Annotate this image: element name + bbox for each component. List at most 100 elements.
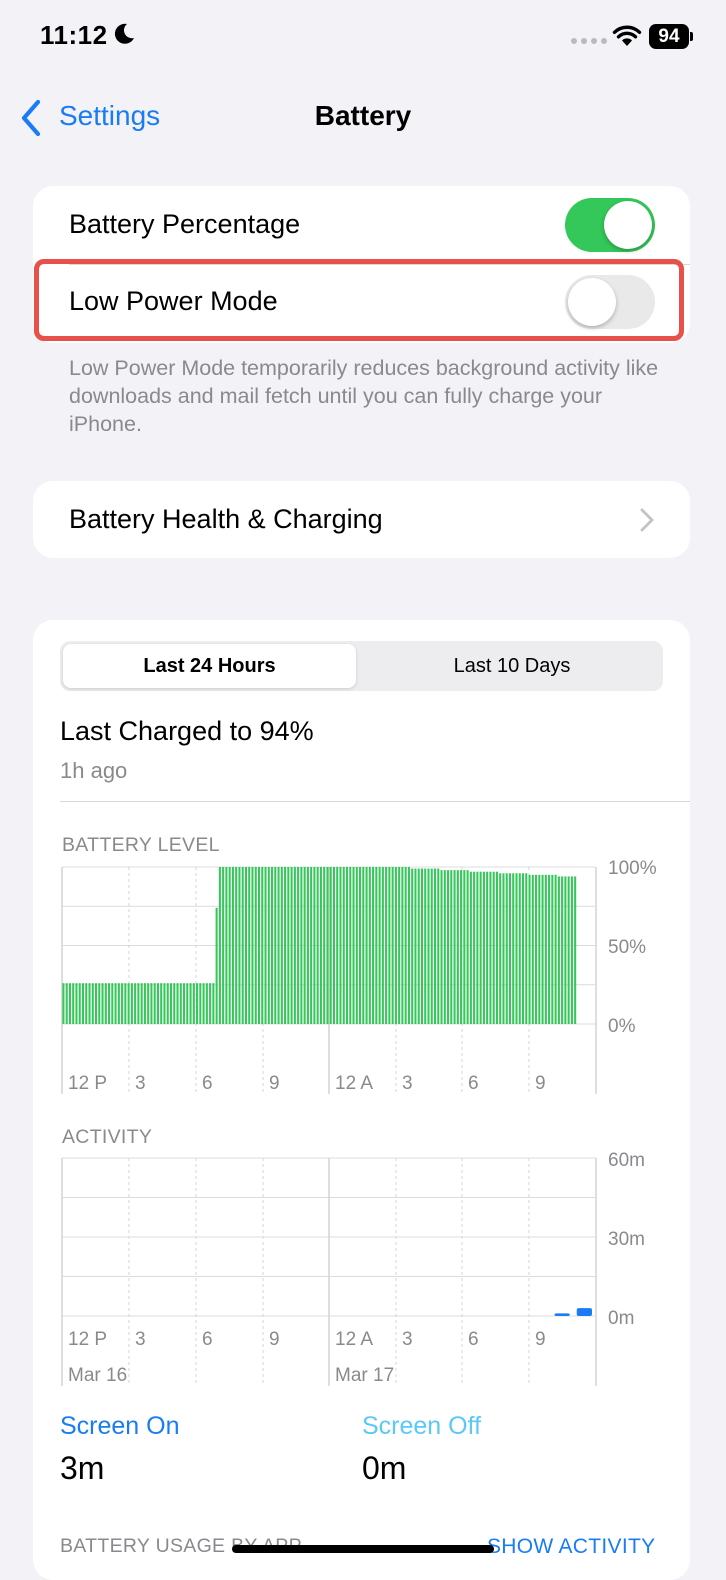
battery-level-bar: [401, 867, 404, 1024]
battery-level-bar: [557, 876, 560, 1024]
battery-level-bar: [521, 873, 525, 1024]
battery-level-bar: [218, 867, 221, 1024]
battery-level-bar: [336, 867, 339, 1024]
battery-level-bar: [355, 867, 358, 1024]
usage-charts: 100% 50% 0% 12 P 3 6 9 12 A 3 6 9 60m 30m 0m 12 P 3 6 9 12…: [61, 858, 657, 1386]
activity-x-tick-label: 9: [269, 1329, 280, 1350]
battery-level-bar: [205, 983, 208, 1024]
battery-level-bar: [368, 867, 371, 1024]
battery-level-bar: [248, 867, 251, 1024]
battery-level-bar: [310, 867, 313, 1024]
battery-level-bar: [414, 868, 417, 1024]
battery-level-bar: [518, 873, 521, 1024]
activity-x-tick-label: 6: [202, 1329, 213, 1350]
activity-x-tick-label: 12 A: [335, 1329, 373, 1350]
battery-level-bar: [196, 983, 199, 1024]
battery-level-bar: [548, 874, 551, 1024]
show-activity-button[interactable]: SHOW ACTIVITY: [487, 1535, 655, 1559]
battery-level-bar: [313, 867, 316, 1024]
battery-level-bar: [362, 867, 365, 1024]
battery-level-bar: [199, 983, 202, 1024]
battery-level-bar: [111, 983, 114, 1024]
battery-level-bar: [551, 874, 554, 1024]
battery-level-bar: [460, 870, 463, 1024]
battery-level-bar: [72, 983, 75, 1024]
battery-level-bar: [339, 867, 342, 1024]
battery-level-bar: [411, 868, 414, 1024]
battery-level-bar: [192, 983, 195, 1024]
battery-level-bar: [254, 867, 257, 1024]
battery-level-bar: [127, 983, 130, 1024]
battery-level-bar: [443, 870, 446, 1024]
battery-level-bar: [300, 867, 303, 1024]
battery-level-bar: [186, 983, 189, 1024]
battery-level-bar: [349, 867, 352, 1024]
activity-y-tick-label: 60m: [608, 1150, 645, 1171]
battery-level-bar: [274, 867, 277, 1024]
battery-level-bar: [538, 874, 541, 1024]
battery-level-bar: [359, 867, 362, 1024]
activity-date-label: Mar 16: [68, 1365, 127, 1386]
battery-level-bar: [267, 867, 270, 1024]
battery-level-bar: [326, 867, 329, 1024]
battery-level-bar: [124, 983, 127, 1024]
battery-level-bar: [407, 867, 410, 1024]
battery-level-bar: [75, 983, 78, 1024]
battery-level-bar: [134, 983, 137, 1024]
battery-level-bar: [388, 867, 391, 1024]
battery-level-bar: [342, 867, 345, 1024]
battery-level-bar: [508, 873, 512, 1024]
activity-x-tick-label: 6: [468, 1329, 479, 1350]
battery-level-bar: [189, 983, 192, 1024]
screen-on-value: 3m: [60, 1450, 105, 1486]
battery-level-bar: [531, 874, 534, 1024]
battery-level-bar: [166, 983, 169, 1024]
battery-level-bar: [169, 983, 173, 1024]
battery-level-bar: [319, 867, 322, 1024]
battery-level-bar: [332, 867, 335, 1024]
battery-level-bar: [91, 983, 94, 1024]
battery-level-bar: [293, 867, 296, 1024]
battery-level-bar: [153, 983, 156, 1024]
battery-level-bar: [525, 873, 528, 1024]
battery-level-bar: [277, 867, 280, 1024]
battery-x-tick-label: 9: [535, 1073, 546, 1094]
battery-level-bar: [437, 868, 440, 1024]
battery-level-bar: [378, 867, 381, 1024]
battery-level-bar: [505, 873, 508, 1024]
battery-level-bar: [450, 870, 453, 1024]
battery-level-bar: [486, 871, 489, 1024]
battery-level-bar: [316, 867, 319, 1024]
battery-level-bar: [78, 983, 81, 1024]
battery-x-tick-label: 3: [135, 1073, 146, 1094]
battery-level-bar: [212, 983, 215, 1024]
battery-level-bar: [329, 867, 332, 1024]
battery-level-bar: [561, 876, 564, 1024]
battery-level-bar: [391, 867, 394, 1024]
battery-level-bar: [183, 983, 186, 1024]
battery-y-tick-label: 100%: [608, 858, 657, 879]
battery-level-bar: [463, 870, 466, 1024]
battery-level-bar: [62, 983, 65, 1024]
battery-level-bar: [228, 867, 231, 1024]
battery-x-tick-label: 6: [202, 1073, 213, 1094]
battery-level-bar: [570, 876, 573, 1024]
battery-level-bar: [209, 983, 212, 1024]
home-indicator: [232, 1545, 494, 1553]
battery-level-bar: [140, 983, 143, 1024]
battery-level-bar: [215, 907, 218, 1024]
battery-y-tick-label: 50%: [608, 937, 646, 958]
battery-level-bar: [375, 867, 378, 1024]
battery-level-bar: [398, 867, 401, 1024]
battery-level-bar: [137, 983, 140, 1024]
battery-level-bar: [150, 983, 153, 1024]
battery-level-bar: [108, 983, 111, 1024]
battery-level-bar: [466, 870, 469, 1024]
battery-level-bar: [143, 983, 146, 1024]
battery-level-bar: [567, 876, 570, 1024]
battery-level-bar: [430, 868, 433, 1024]
battery-level-bar: [251, 867, 254, 1024]
battery-level-bar: [499, 873, 502, 1024]
activity-x-tick-label: 9: [535, 1329, 546, 1350]
battery-level-bar: [101, 983, 104, 1024]
